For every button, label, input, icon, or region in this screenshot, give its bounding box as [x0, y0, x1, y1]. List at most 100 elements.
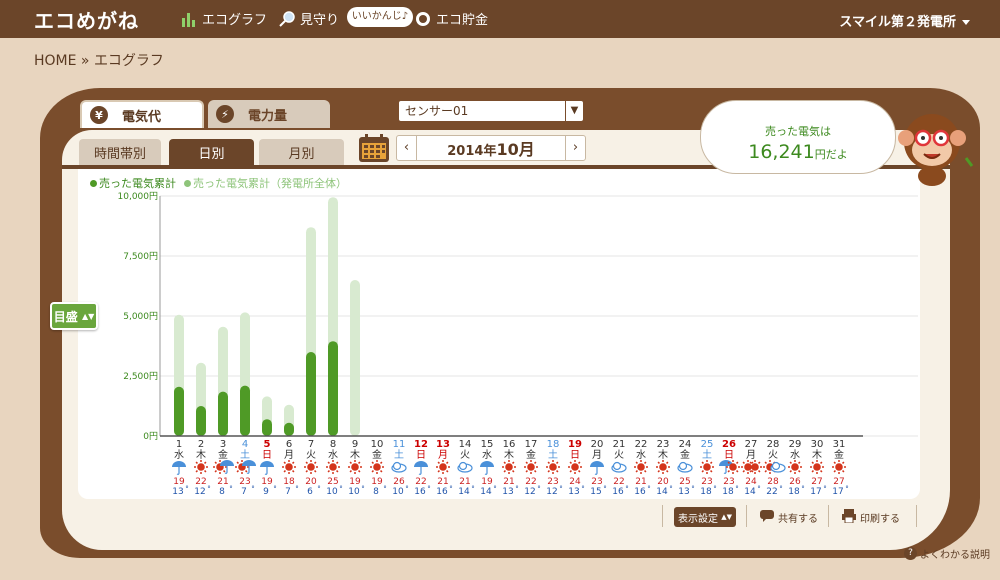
speech-line1: 売った電気は: [765, 125, 831, 138]
x-day-label: 15: [481, 439, 494, 450]
x-day-label: 21: [613, 439, 626, 450]
sun-icon: [436, 460, 450, 474]
temp-low-label: 12: [524, 487, 535, 497]
cloud-puff: [771, 461, 781, 471]
temp-high-label: 19: [261, 477, 273, 487]
y-tick-label: 2,500円: [123, 371, 158, 382]
temp-high-label: 23: [239, 477, 250, 487]
sun-icon: [700, 460, 714, 474]
x-day-label: 10: [371, 439, 384, 450]
temp-high-label: 23: [723, 477, 734, 487]
display-settings-button[interactable]: 表示設定 ▲▼: [674, 507, 736, 527]
degree-mark: °: [735, 485, 739, 493]
temp-high-label: 22: [613, 477, 624, 487]
x-weekday-label: 土: [240, 448, 250, 461]
scale-button[interactable]: 目盛 ▲▼: [50, 302, 98, 330]
degree-mark: °: [647, 485, 651, 493]
temp-high-label: 20: [305, 477, 317, 487]
degree-mark: °: [427, 485, 431, 493]
cloud-puff: [392, 461, 402, 471]
x-day-label: 11: [393, 439, 406, 450]
help-link[interactable]: ? よくわかる説明: [904, 546, 990, 561]
x-day-label: 27: [745, 439, 758, 450]
speech-icon: [760, 509, 774, 525]
temp-high-label: 22: [415, 477, 426, 487]
sun-icon: [832, 460, 846, 474]
daily-sales-chart: 0円2,500円5,000円7,500円10,000円1水1913 °2木2212…: [118, 191, 918, 497]
bar-own-total: [306, 352, 316, 436]
question-icon: ?: [904, 547, 917, 560]
temp-high-label: 23: [701, 477, 712, 487]
x-day-label: 6: [286, 439, 292, 450]
x-weekday-label: 水: [790, 449, 800, 461]
temp-low-label: 7: [241, 487, 247, 497]
x-day-label: 3: [220, 439, 226, 450]
sun-icon: [634, 460, 648, 474]
temp-high-label: 27: [833, 477, 844, 487]
x-day-label: 19: [568, 439, 582, 450]
speech-bubble: 売った電気は 16,241円だよ: [700, 100, 896, 174]
sun-icon: [656, 460, 670, 474]
degree-mark: °: [801, 485, 805, 493]
temp-high-label: 25: [679, 477, 690, 487]
bar-own-total: [328, 341, 338, 436]
temp-low-label: 14: [458, 487, 470, 497]
x-weekday-label: 水: [482, 449, 492, 461]
umbrella-icon: [260, 461, 274, 467]
temp-low-label: 22: [766, 487, 777, 497]
x-day-label: 12: [414, 439, 428, 450]
x-weekday-label: 水: [636, 449, 646, 461]
x-weekday-label: 月: [746, 449, 756, 461]
x-day-label: 25: [701, 439, 714, 450]
sun-icon: [282, 460, 296, 474]
temp-low-label: 16: [436, 487, 448, 497]
updown-icon: ▲▼: [721, 513, 732, 521]
sun-icon: [370, 460, 384, 474]
x-weekday-label: 水: [174, 449, 184, 461]
x-day-label: 20: [591, 439, 604, 450]
degree-mark: °: [537, 485, 541, 493]
print-button[interactable]: 印刷する: [842, 506, 900, 528]
x-day-label: 24: [679, 439, 692, 450]
temp-high-label: 19: [173, 477, 185, 487]
temp-low-label: 18: [722, 487, 734, 497]
x-weekday-label: 月: [284, 449, 294, 461]
x-day-label: 2: [198, 439, 204, 450]
temp-high-label: 19: [371, 477, 383, 487]
x-day-label: 8: [330, 439, 336, 450]
x-weekday-label: 金: [680, 448, 690, 461]
degree-mark: °: [317, 485, 321, 493]
temp-low-label: 10: [348, 487, 360, 497]
x-day-label: 7: [308, 439, 314, 450]
x-day-label: 1: [176, 439, 182, 450]
degree-mark: °: [691, 485, 695, 493]
temp-low-label: 16: [414, 487, 426, 497]
x-weekday-label: 日: [262, 450, 272, 461]
x-weekday-label: 日: [416, 450, 426, 461]
degree-mark: °: [559, 485, 563, 493]
x-weekday-label: 土: [548, 448, 558, 461]
x-weekday-label: 金: [834, 448, 844, 461]
sun-icon: [726, 460, 740, 474]
temp-low-label: 10: [326, 487, 338, 497]
temp-low-label: 6: [307, 487, 313, 497]
degree-mark: °: [603, 485, 607, 493]
temp-low-label: 16: [634, 487, 646, 497]
share-button[interactable]: 共有する: [760, 506, 818, 528]
x-day-label: 23: [657, 439, 670, 450]
x-day-label: 14: [459, 439, 472, 450]
temp-low-label: 14: [744, 487, 756, 497]
sun-icon: [546, 460, 560, 474]
x-weekday-label: 日: [724, 450, 734, 461]
temp-high-label: 21: [503, 477, 514, 487]
degree-mark: °: [229, 485, 233, 493]
x-day-label: 13: [436, 439, 450, 450]
x-day-label: 26: [722, 439, 736, 450]
temp-low-label: 18: [788, 487, 800, 497]
x-weekday-label: 火: [460, 449, 470, 461]
x-weekday-label: 月: [592, 449, 602, 461]
x-weekday-label: 火: [614, 449, 624, 461]
temp-low-label: 7: [285, 487, 291, 497]
sun-icon: [810, 460, 824, 474]
temp-low-label: 13: [502, 487, 513, 497]
